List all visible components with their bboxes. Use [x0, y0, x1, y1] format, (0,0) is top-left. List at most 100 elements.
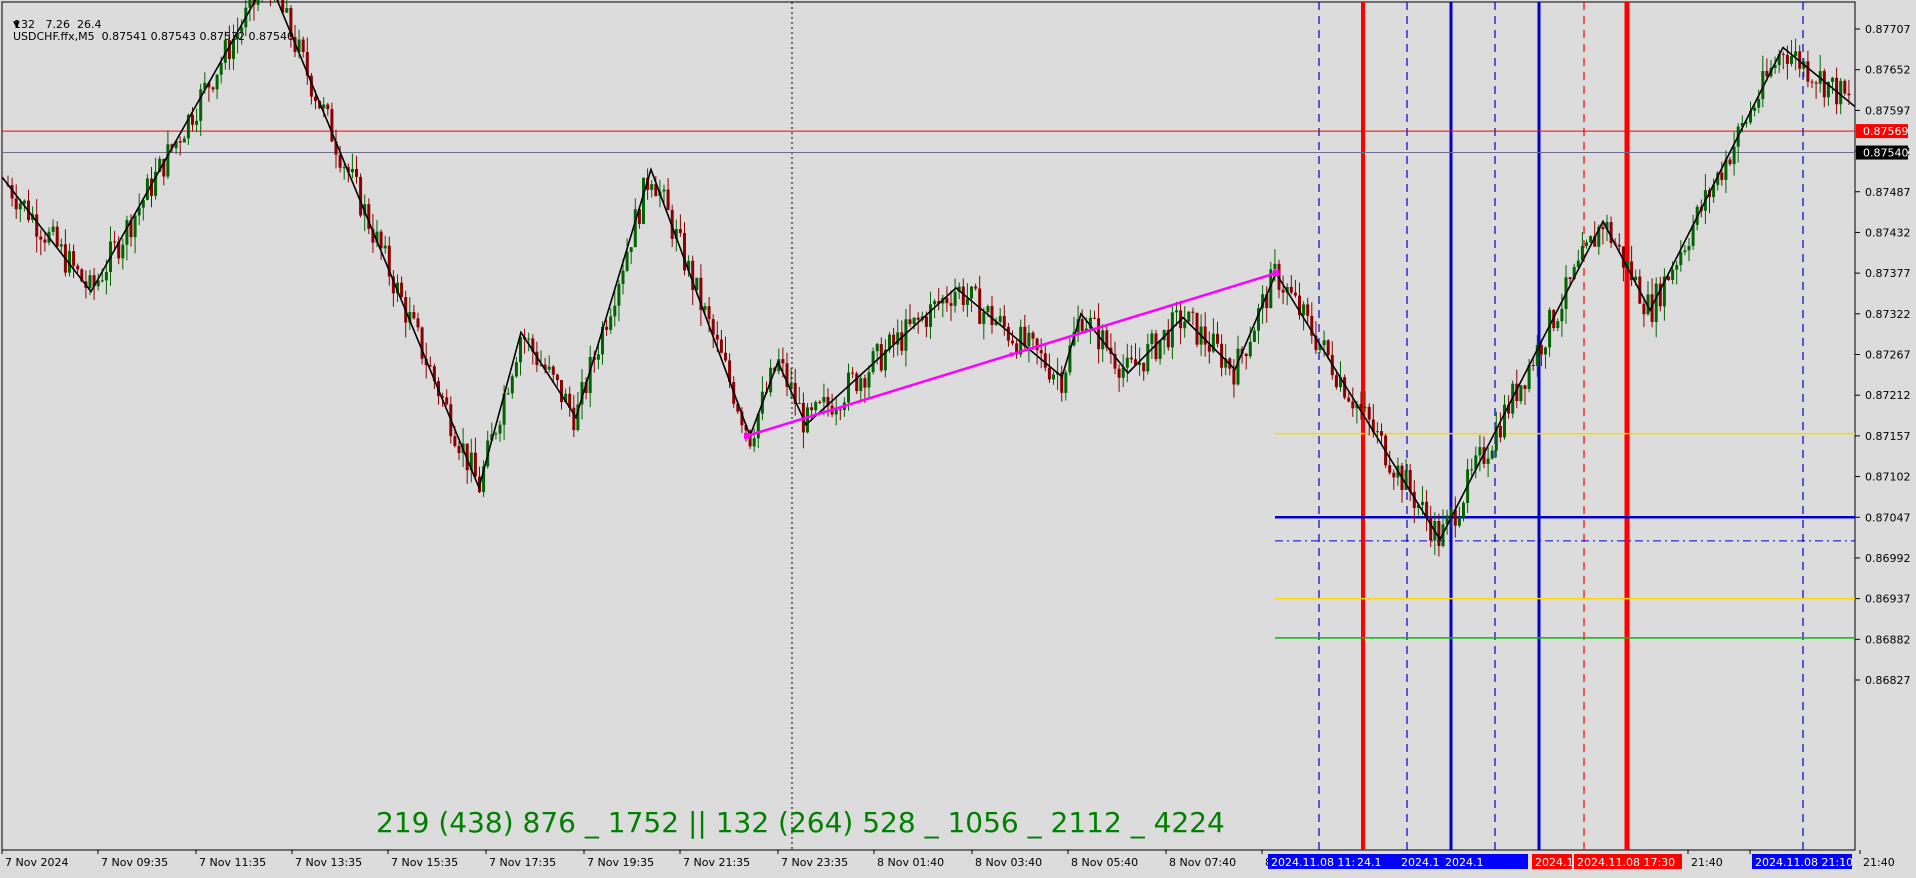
candle-body [178, 141, 182, 143]
plot-frame [1, 1, 1856, 851]
candle-body [1306, 304, 1310, 316]
candle-body [1043, 353, 1047, 368]
candle-body [1556, 321, 1560, 329]
y-tick-label: 0.87707 [1865, 23, 1911, 36]
candle-body [617, 284, 621, 306]
candle-body [1142, 362, 1146, 372]
candle-body [609, 316, 613, 330]
candle-body [1539, 344, 1543, 355]
time-label: 2024.11.08 21:10 [1755, 856, 1853, 869]
candle-body [662, 189, 666, 192]
candle-body [1523, 385, 1527, 389]
candle-body [1175, 310, 1178, 313]
candle-body [1470, 469, 1474, 471]
candle-body [814, 401, 818, 411]
candle-body [1519, 385, 1523, 402]
fibonacci-sequence-text: 219 (438) 876 _ 1752 || 132 (264) 528 _ … [376, 806, 1225, 839]
candle-body [182, 138, 186, 143]
time-label: 2024.1 [1401, 856, 1440, 869]
candle-body [806, 407, 809, 433]
candle-body [125, 220, 129, 245]
candle-body [949, 303, 953, 306]
candle-body [797, 402, 801, 404]
y-tick-label: 0.86937 [1865, 593, 1911, 606]
candle-body [1462, 502, 1465, 518]
candle-body [953, 291, 957, 306]
x-tick-label: 8 Nov 01:40 [877, 856, 944, 869]
candle-body [1498, 425, 1502, 438]
candle-body [1781, 54, 1785, 56]
candle-body [1642, 303, 1646, 315]
y-tick-label: 0.87487 [1865, 186, 1911, 199]
x-tick-label: 7 Nov 19:35 [587, 856, 654, 869]
candle-body [642, 177, 645, 224]
x-tick-label: 8 Nov 05:40 [1071, 856, 1138, 869]
candle-body [51, 226, 55, 232]
candle-body [1322, 340, 1326, 346]
candle-body [715, 334, 719, 340]
candle-body [1806, 61, 1810, 82]
candle-body [1203, 326, 1207, 345]
candle-body [1047, 367, 1051, 380]
candle-body [929, 304, 932, 327]
candle-body [1814, 82, 1818, 84]
candle-body [1831, 77, 1834, 82]
candle-body [301, 39, 305, 52]
candle-body [1302, 304, 1306, 316]
candle-body [22, 200, 26, 204]
candle-body [998, 316, 1002, 322]
candle-body [1367, 406, 1371, 420]
candle-body [970, 286, 973, 299]
candle-body [322, 104, 326, 109]
candle-body [1601, 226, 1605, 230]
candle-body [1293, 292, 1297, 296]
y-tick-label: 0.87432 [1865, 226, 1911, 239]
candle-body [1843, 80, 1847, 94]
candle-body [867, 372, 871, 388]
candle-body [43, 239, 47, 243]
candle-body [621, 270, 625, 285]
candle-body [1031, 332, 1035, 339]
candle-body [1027, 332, 1031, 347]
y-tick-label: 0.86992 [1865, 552, 1911, 565]
chart-svg: 0.877070.876520.875970.875420.874870.874… [1, 0, 1911, 869]
chart-area[interactable]: 0.877070.876520.875970.875420.874870.874… [0, 0, 1916, 874]
candle-body [383, 245, 387, 249]
candle-body [678, 229, 682, 234]
candle-body [1363, 406, 1367, 409]
candle-body [625, 251, 629, 271]
candle-body [18, 203, 22, 210]
candle-body [1790, 56, 1793, 64]
candle-body [1006, 326, 1010, 341]
candle-body [72, 251, 76, 266]
candle-body [838, 409, 842, 411]
candle-body [400, 282, 404, 298]
candle-body [707, 306, 711, 320]
candle-body [35, 214, 39, 237]
candle-body [724, 352, 727, 361]
candle-body [1359, 404, 1363, 409]
candle-body [359, 176, 363, 216]
x-tick-label: 7 Nov 09:35 [101, 856, 168, 869]
candle-body [555, 374, 559, 381]
candle-body [1531, 364, 1535, 367]
y-tick-label: 0.87652 [1865, 64, 1911, 77]
x-tick-label: 7 Nov 11:35 [199, 856, 266, 869]
candle-body [104, 271, 108, 281]
candle-body [1191, 311, 1195, 313]
candle-body [1023, 326, 1027, 347]
candle-body [900, 332, 904, 351]
candle-body [822, 396, 826, 403]
candle-body [121, 244, 125, 259]
candle-body [1617, 244, 1621, 247]
candle-body [133, 215, 137, 238]
candle-body [945, 297, 949, 304]
candle-body [14, 198, 18, 210]
candle-body [1687, 245, 1691, 251]
candle-body [88, 275, 92, 288]
candle-body [215, 74, 219, 90]
candle-body [1457, 517, 1461, 526]
candle-body [719, 339, 723, 353]
candle-body [445, 397, 449, 405]
candle-body [666, 189, 670, 211]
